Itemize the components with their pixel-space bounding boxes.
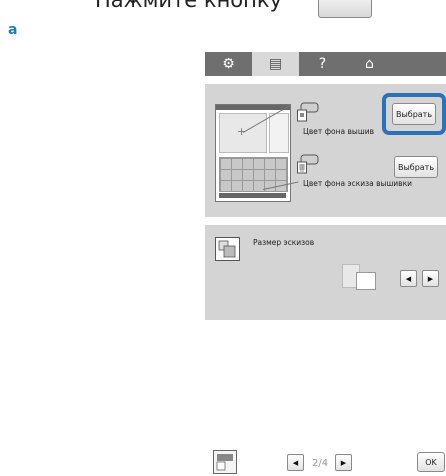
thumbnail-size-decrease-button[interactable]: ◀ bbox=[400, 270, 417, 287]
document-icon: ▤ bbox=[268, 56, 283, 72]
help-icon: ? bbox=[318, 56, 327, 72]
sewing-machine-icon bbox=[297, 154, 319, 174]
sewing-machine-icon bbox=[297, 102, 319, 122]
page-indicator: 2/4 bbox=[311, 457, 329, 469]
tab-settings[interactable]: ⚙ bbox=[205, 52, 252, 76]
thumbnail-background-select-button[interactable]: Выбрать bbox=[394, 156, 438, 178]
highlight-frame bbox=[382, 93, 446, 135]
page-total: 4 bbox=[321, 457, 329, 469]
bottom-bar: ◀ 2/4 ▶ OK bbox=[205, 450, 446, 476]
ok-button[interactable]: OK bbox=[417, 452, 445, 472]
tab-help[interactable]: ? bbox=[299, 52, 346, 76]
left-arrow-icon: ◀ bbox=[292, 458, 299, 467]
machine-setting-icon[interactable] bbox=[213, 450, 237, 474]
step-label: a bbox=[8, 22, 18, 38]
page-prev-button[interactable]: ◀ bbox=[287, 454, 304, 471]
machine-screen: ⚙ ▤ ? ⌂ + Цвет фона вышив Выбрать Цвет ф… bbox=[205, 52, 446, 476]
thumbnail-size-preview-small bbox=[356, 272, 376, 290]
page-current: 2 bbox=[311, 457, 319, 469]
thumbnail-size-icon bbox=[215, 237, 240, 261]
thumbnail-size-panel: Размер эскизов ◀ ▶ bbox=[205, 225, 446, 320]
embroidery-background-label: Цвет фона вышив bbox=[303, 127, 374, 136]
settings-icon: ⚙ bbox=[222, 56, 235, 72]
left-arrow-icon: ◀ bbox=[405, 274, 412, 283]
tab-document[interactable]: ▤ bbox=[252, 52, 299, 76]
page-next-button[interactable]: ▶ bbox=[335, 454, 352, 471]
thumbnail-background-label: Цвет фона эскиза вышивки bbox=[303, 179, 413, 188]
tab-bar: ⚙ ▤ ? ⌂ bbox=[205, 52, 446, 76]
thumbnail-size-label: Размер эскизов bbox=[253, 238, 315, 247]
instruction-button-illustration bbox=[318, 0, 372, 18]
tab-home[interactable]: ⌂ bbox=[346, 52, 393, 76]
background-color-panel: + Цвет фона вышив Выбрать Цвет фона эски… bbox=[205, 84, 446, 217]
screen-preview-illustration: + bbox=[215, 104, 291, 202]
thumbnail-size-increase-button[interactable]: ▶ bbox=[422, 270, 439, 287]
home-icon: ⌂ bbox=[365, 56, 374, 72]
right-arrow-icon: ▶ bbox=[340, 458, 347, 467]
right-arrow-icon: ▶ bbox=[427, 274, 434, 283]
instruction-text: Нажмите кнопку bbox=[95, 0, 283, 12]
